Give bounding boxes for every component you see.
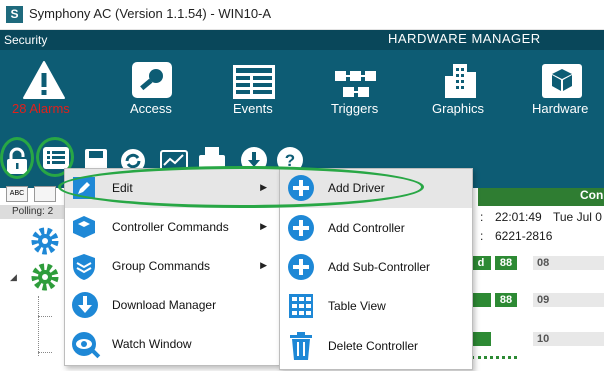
colon-1: : [480,210,484,224]
menu-item-add-controller[interactable]: Add Controller [280,209,472,248]
status-cell-state [471,293,491,307]
submenu-arrow-icon: ▶ [260,260,267,270]
status-cell-value: 88 [495,256,517,270]
title-bar: S Symphony AC (Version 1.1.54) - WIN10-A [0,0,604,30]
menu-item-label: Download Manager [112,298,217,312]
alarm-icon[interactable] [22,60,66,105]
gear-icon[interactable] [30,226,60,261]
trash-icon [289,331,313,366]
abc-icon[interactable]: ABC [6,186,28,202]
access-icon[interactable] [130,60,174,105]
shield-icon [71,253,97,286]
submenu-arrow-icon: ▶ [260,221,267,231]
time-value: 22:01:49 [495,210,542,224]
page-title: HARDWARE MANAGER [388,31,541,46]
colon-2: : [480,229,484,243]
status-cell-index: 08 [533,256,604,270]
menu-item-label: Add Sub-Controller [328,260,431,274]
add-icon [287,253,315,286]
menu-item-label: Add Controller [328,221,405,235]
status-cell-state [471,332,491,346]
events-label[interactable]: Events [233,101,273,116]
triggers-label[interactable]: Triggers [331,101,378,116]
menu-item-label: Table View [328,299,386,313]
menu-security[interactable]: Security [4,33,47,47]
window-title: Symphony AC (Version 1.1.54) - WIN10-A [29,6,272,21]
menu-item-label: Watch Window [112,337,192,351]
table-icon [287,292,315,325]
gear-green-icon[interactable] [30,262,60,297]
menu-item-delete-controller[interactable]: Delete Controller [280,327,472,366]
menu-item-download-manager[interactable]: Download Manager [65,286,279,325]
menu-item-table-view[interactable]: Table View [280,287,472,326]
access-label[interactable]: Access [130,101,172,116]
menu-item-controller-commands[interactable]: Controller Commands ▶ [65,208,279,247]
date-value: Tue Jul 0 [553,210,602,224]
grid-small-icon[interactable] [34,186,56,202]
tree-line [38,296,40,356]
polling-label: Polling: 2 [12,206,54,217]
tree-branch [38,352,52,354]
events-icon[interactable] [232,64,276,105]
annotation-oval-edit-add-driver [58,166,424,208]
serial-value: 6221-2816 [495,229,553,243]
graphics-label[interactable]: Graphics [432,101,484,116]
status-cell-index: 10 [533,332,604,346]
menu-item-label: Delete Controller [328,339,419,353]
status-cell-index: 09 [533,293,604,307]
menu-item-group-commands[interactable]: Group Commands ▶ [65,247,279,286]
right-header-label: Con [580,188,604,202]
graphics-icon[interactable] [443,62,477,105]
annotation-oval-lock [0,137,34,179]
status-cell-state: d [471,256,491,270]
tree-branch [38,316,52,318]
add-icon [287,214,315,247]
eye-icon [69,329,101,366]
alarms-label[interactable]: 28 Alarms [12,101,70,116]
tree-expander[interactable]: ◢ [10,272,17,283]
app-logo-icon: S [6,6,23,23]
hardware-label[interactable]: Hardware [532,101,588,116]
menu-item-add-sub-controller[interactable]: Add Sub-Controller [280,248,472,287]
menu-item-label: Controller Commands [112,220,229,234]
menu-item-label: Group Commands [112,259,211,273]
hardware-icon[interactable] [540,62,584,105]
download-icon [71,291,99,324]
menu-item-watch-window[interactable]: Watch Window [65,325,279,364]
cube-icon [71,214,97,245]
polling-status: Polling: 2 [0,205,64,219]
status-dots [471,356,517,363]
status-cell-value: 88 [495,293,517,307]
triggers-icon[interactable] [334,68,378,105]
